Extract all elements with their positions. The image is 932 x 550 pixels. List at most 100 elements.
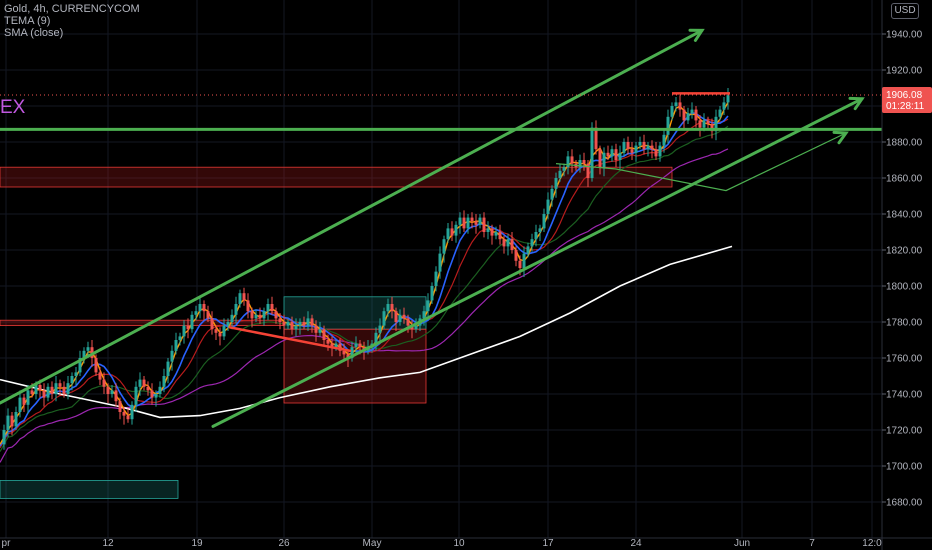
candle-body bbox=[354, 343, 358, 348]
candle-body bbox=[402, 314, 406, 319]
candle-body bbox=[522, 253, 526, 268]
candle-body bbox=[382, 311, 386, 326]
candle-body bbox=[514, 250, 518, 261]
candle-body bbox=[630, 149, 634, 153]
candle-body bbox=[166, 361, 170, 376]
time-tick-label: May bbox=[363, 538, 382, 549]
candle-body bbox=[258, 314, 262, 319]
candle-body bbox=[358, 343, 362, 348]
candle-body bbox=[618, 152, 622, 160]
time-tick-label: 24 bbox=[630, 538, 642, 549]
candle-body bbox=[298, 322, 302, 326]
candle-body bbox=[274, 311, 278, 319]
candle-body bbox=[406, 318, 410, 326]
candle-body bbox=[510, 239, 514, 250]
candle-body bbox=[610, 149, 614, 157]
candle-body bbox=[130, 404, 134, 420]
candle-body bbox=[622, 142, 626, 153]
candle-body bbox=[206, 311, 210, 319]
candle-body bbox=[226, 322, 230, 326]
candle-body bbox=[550, 188, 554, 200]
candle-body bbox=[494, 232, 498, 236]
candle-body bbox=[310, 318, 314, 326]
candle-body bbox=[450, 228, 454, 236]
candle-body bbox=[722, 102, 726, 110]
candle-body bbox=[438, 253, 442, 272]
candle-body bbox=[190, 314, 194, 330]
candle-body bbox=[262, 311, 266, 319]
candle-body bbox=[94, 358, 98, 373]
candle-body bbox=[706, 120, 710, 124]
candle-body bbox=[390, 304, 394, 312]
candle-body bbox=[718, 109, 722, 117]
chart-svg[interactable]: 1680.00 1700.00 1720.00 1740.00 1760.00 1780.… bbox=[0, 0, 932, 550]
indicator-tema[interactable]: TEMA (9) bbox=[4, 15, 140, 27]
candle-body bbox=[530, 239, 534, 247]
price-tick-label: 1920.00 bbox=[886, 66, 923, 77]
candle-body bbox=[562, 167, 566, 171]
symbol-title[interactable]: Gold, 4h, CURRENCYCOM bbox=[4, 3, 140, 15]
price-tick-label: 1880.00 bbox=[886, 138, 923, 149]
time-tick-label: 12 bbox=[102, 538, 114, 549]
candle-body bbox=[686, 113, 690, 121]
candle-body bbox=[586, 163, 590, 178]
candle-body bbox=[102, 379, 106, 387]
candle-body bbox=[54, 383, 58, 394]
candle-body bbox=[322, 329, 326, 340]
candle-body bbox=[246, 300, 250, 312]
candle-body bbox=[626, 142, 630, 150]
candle-body bbox=[654, 149, 658, 157]
currency-button[interactable]: USD bbox=[891, 3, 919, 19]
candle-body bbox=[534, 232, 538, 240]
candle-body bbox=[478, 217, 482, 225]
candle-body bbox=[270, 304, 274, 312]
candle-body bbox=[638, 142, 642, 146]
candle-body bbox=[50, 386, 54, 394]
candle-body bbox=[106, 386, 110, 394]
candle-body bbox=[14, 412, 18, 427]
candle-body bbox=[118, 401, 122, 412]
candle-body bbox=[582, 160, 586, 164]
candle-body bbox=[458, 217, 462, 225]
candle-body bbox=[250, 311, 254, 319]
time-tick-label: pr bbox=[2, 538, 12, 549]
candle-body bbox=[538, 228, 542, 232]
candle-body bbox=[18, 397, 22, 412]
candle-body bbox=[590, 127, 594, 178]
candle-body bbox=[58, 383, 62, 387]
candle-body bbox=[674, 102, 678, 106]
candle-body bbox=[98, 372, 102, 380]
candle-body bbox=[178, 336, 182, 340]
zone-support bbox=[0, 479, 179, 499]
candle-body bbox=[278, 318, 282, 322]
candle-body bbox=[394, 311, 398, 322]
price-tick-label: 1780.00 bbox=[886, 318, 923, 329]
candle-body bbox=[606, 152, 610, 157]
candle-body bbox=[426, 300, 430, 312]
price-tick-label: 1760.00 bbox=[886, 354, 923, 365]
candle-body bbox=[666, 116, 670, 135]
candle-body bbox=[490, 228, 494, 236]
price-tick-label: 1680.00 bbox=[886, 498, 923, 509]
candle-body bbox=[198, 304, 202, 312]
candle-body bbox=[482, 217, 486, 232]
watermark-text: EX bbox=[0, 97, 26, 118]
candle-body bbox=[318, 329, 322, 333]
candle-body bbox=[182, 325, 186, 337]
candle-body bbox=[442, 239, 446, 254]
candle-body bbox=[114, 390, 118, 402]
candle-body bbox=[214, 329, 218, 333]
candle-body bbox=[86, 347, 90, 351]
candle-body bbox=[642, 142, 646, 150]
candle-body bbox=[162, 376, 166, 387]
candle-body bbox=[138, 379, 142, 387]
candle-body bbox=[518, 260, 522, 268]
candle-body bbox=[2, 430, 6, 445]
candle-body bbox=[150, 390, 154, 398]
price-tick-label: 1740.00 bbox=[886, 390, 923, 401]
candle-body bbox=[378, 325, 382, 333]
candle-body bbox=[470, 217, 474, 222]
candle-body bbox=[702, 120, 706, 128]
candle-body bbox=[10, 415, 14, 427]
indicator-sma[interactable]: SMA (close) bbox=[4, 27, 140, 39]
